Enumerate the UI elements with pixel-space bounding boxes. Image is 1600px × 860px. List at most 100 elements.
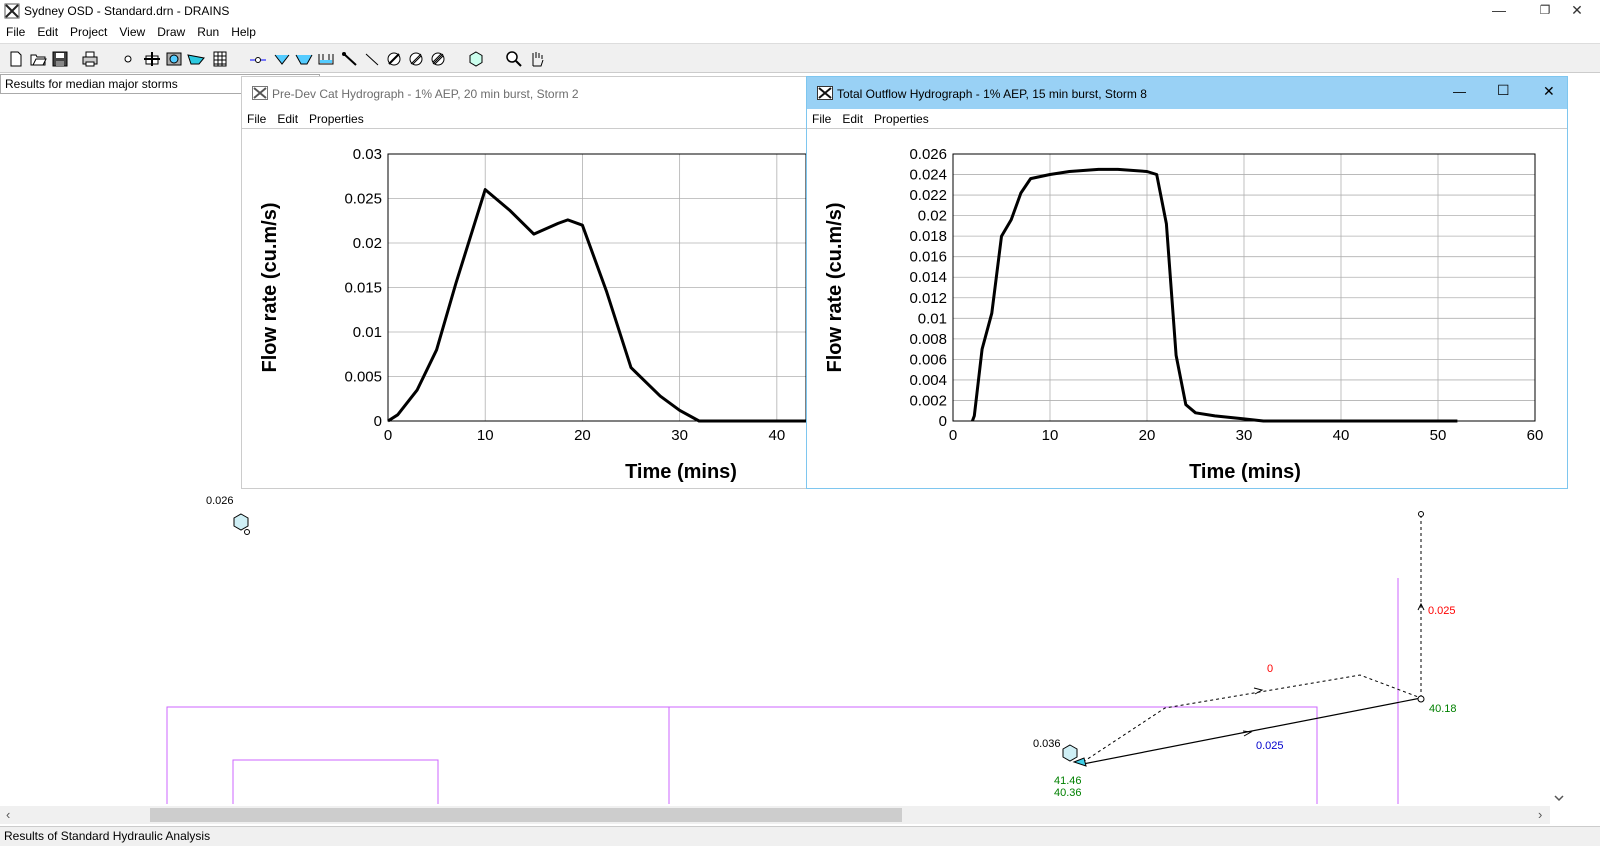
y-tick-label: 0.006 [909,351,947,368]
menu-help[interactable]: Help [225,22,262,39]
menu-run[interactable]: Run [191,22,225,39]
catchment-icon[interactable] [466,49,486,69]
child2-close-button[interactable]: ✕ [1543,83,1555,100]
save-icon[interactable] [50,49,70,69]
pit-level-label-2: 40.36 [1054,787,1082,799]
y-tick-label: 0.01 [918,310,947,327]
drains-app-icon [4,3,20,19]
y-tick-label: 0.025 [344,191,382,208]
sub-catchment-boundary [232,759,439,804]
close-button[interactable]: ✕ [1554,0,1600,22]
menu-project[interactable]: Project [64,22,113,39]
overflow-icon[interactable] [384,49,404,69]
link-icon[interactable] [362,49,382,69]
child2-maximize-button[interactable]: ☐ [1497,82,1510,99]
v-channel-icon[interactable] [272,49,292,69]
y-tick-label: 0.004 [909,372,947,389]
drains-window-icon [817,86,833,100]
y-tick-label: 0.015 [344,280,382,297]
x-tick-label: 40 [768,427,785,444]
y-tick-label: 0.02 [918,208,947,225]
pipe-flow-label: 0.025 [1256,740,1284,752]
child1-titlebar[interactable]: Pre-Dev Cat Hydrograph - 1% AEP, 20 min … [242,77,806,109]
x-tick-label: 10 [477,427,494,444]
channel-icon[interactable] [186,49,206,69]
y-tick-label: 0.008 [909,331,947,348]
x-tick-label: 20 [1139,427,1156,444]
storage-pit-icon[interactable] [1072,757,1087,767]
child1-menu-properties[interactable]: Properties [304,109,370,126]
outlet-icon[interactable] [428,49,448,69]
network-canvas[interactable]: 0.026 0.025 0 0.025 40.18 0.036 41.46 40… [0,490,1550,804]
pan-icon[interactable] [526,49,546,69]
child2-minimize-button[interactable]: — [1453,84,1466,99]
overland-flow-route[interactable] [1082,674,1422,763]
catchment-icon[interactable] [1062,744,1078,762]
app-titlebar: Sydney OSD - Standard.drn - DRAINS — ❐ ✕ [0,0,1600,22]
scroll-right-icon[interactable]: › [1538,807,1542,822]
y-tick-label: 0.01 [353,324,382,341]
node-icon[interactable] [244,529,250,535]
child1-menu-file[interactable]: File [242,109,272,126]
total-outflow-hydrograph-window: Total Outflow Hydrograph - 1% AEP, 15 mi… [806,76,1568,489]
child1-title: Pre-Dev Cat Hydrograph - 1% AEP, 20 min … [272,87,579,101]
menu-file[interactable]: File [0,22,31,39]
pipe-icon[interactable] [340,49,360,69]
open-icon[interactable] [28,49,48,69]
child2-menu: File Edit Properties [807,109,1567,129]
pit-icon[interactable] [142,49,162,69]
minimize-button[interactable]: — [1476,0,1522,22]
y-tick-label: 0.005 [344,369,382,386]
scroll-down-icon[interactable] [1550,790,1568,806]
x-tick-label: 20 [574,427,591,444]
zoom-icon[interactable] [504,49,524,69]
scrollbar-thumb[interactable] [150,808,902,822]
status-bar: Results of Standard Hydraulic Analysis [0,826,1600,846]
catchment-icon[interactable] [233,513,249,531]
flow-arrow-icon [1253,687,1264,695]
x-axis-label: Time (mins) [625,461,737,483]
hydrograph-series-line [387,188,806,423]
child2-menu-file[interactable]: File [807,109,837,126]
child2-menu-edit[interactable]: Edit [837,109,869,126]
total-outflow-hydrograph-chart: 0 10 20 30 40 50 60 0 0.002 0.004 0.006 0.008 0.01 0.… [824,146,1543,483]
horizontal-scrollbar[interactable]: ‹ › [0,806,1550,824]
child2-title: Total Outflow Hydrograph - 1% AEP, 15 mi… [837,87,1147,101]
y-tick-label: 0.002 [909,392,947,409]
culvert-icon[interactable] [316,49,336,69]
hydrograph-series-line [970,167,1458,423]
outlet-node-icon[interactable] [1418,511,1424,517]
menu-draw[interactable]: Draw [151,22,191,39]
y-axis-label: Flow rate (cu.m/s) [824,202,846,372]
junction-icon[interactable] [248,49,268,69]
y-tick-label: 0.03 [353,146,382,163]
y-tick-label: 0 [939,413,947,430]
print-icon[interactable] [80,49,100,69]
menu-view[interactable]: View [113,22,151,39]
new-icon[interactable] [6,49,26,69]
overflow-flow-label: 0.025 [1428,605,1456,617]
y-tick-label: 0.02 [353,235,382,252]
child2-titlebar[interactable]: Total Outflow Hydrograph - 1% AEP, 15 mi… [807,77,1567,109]
junction-node-icon[interactable] [1417,695,1425,703]
pit-level-label-1: 41.46 [1054,775,1082,787]
y-tick-label: 0.022 [909,187,947,204]
y-tick-label: 0.026 [909,146,947,163]
child1-menu-edit[interactable]: Edit [272,109,304,126]
x-axis-label: Time (mins) [1189,461,1301,483]
menu-edit[interactable]: Edit [31,22,64,39]
toolbar [0,43,1600,73]
y-tick-label: 0 [374,413,382,430]
scroll-left-icon[interactable]: ‹ [6,807,10,822]
trapezoid-icon[interactable] [294,49,314,69]
pre-dev-hydrograph-window: Pre-Dev Cat Hydrograph - 1% AEP, 20 min … [241,76,807,489]
node-icon[interactable] [118,49,138,69]
grid-icon[interactable] [210,49,230,69]
catchment-flow-label-2: 0.036 [1033,738,1061,750]
storage-icon[interactable] [164,49,184,69]
pipe-link[interactable] [1082,697,1422,765]
y-tick-label: 0.024 [909,167,947,184]
child1-menu: File Edit Properties [242,109,806,129]
child2-menu-properties[interactable]: Properties [869,109,935,126]
basin-icon[interactable] [406,49,426,69]
